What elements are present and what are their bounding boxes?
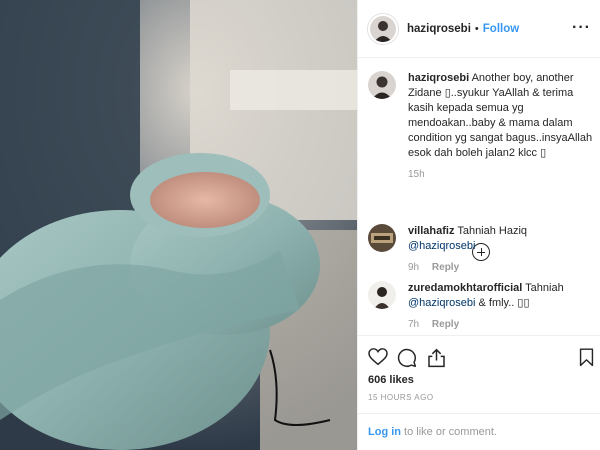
author-avatar[interactable] bbox=[368, 13, 398, 44]
comment-item: villahafiz Tahniah Haziq @haziqrosebi 9h… bbox=[368, 224, 593, 275]
caption-username[interactable]: haziqrosebi bbox=[408, 72, 469, 84]
login-prompt: Log in to like or comment. bbox=[358, 413, 600, 450]
caption-text: Another boy, another Zidane ▯..syukur Ya… bbox=[408, 72, 593, 159]
reply-button[interactable]: Reply bbox=[432, 262, 459, 273]
more-icon[interactable]: ··· bbox=[572, 19, 591, 37]
comment-text: Tahniah Haziq bbox=[457, 225, 528, 237]
author-username[interactable]: haziqrosebi bbox=[407, 23, 471, 35]
caption-avatar[interactable] bbox=[368, 71, 396, 99]
comment-mention[interactable]: @haziqrosebi bbox=[408, 240, 475, 252]
comment-text-after: & fmly.. ▯▯ bbox=[475, 297, 530, 309]
comment-text: Tahniah bbox=[525, 282, 564, 294]
login-link[interactable]: Log in bbox=[368, 426, 401, 438]
post-photo[interactable] bbox=[0, 0, 357, 450]
comment-icon[interactable] bbox=[397, 348, 417, 373]
comment-username[interactable]: zuredamokhtarofficial bbox=[408, 282, 522, 294]
caption-item: haziqrosebi Another boy, another Zidane … bbox=[368, 71, 593, 182]
comment-avatar[interactable] bbox=[368, 224, 396, 252]
comment-mention[interactable]: @haziqrosebi bbox=[408, 297, 475, 309]
bookmark-icon[interactable] bbox=[579, 348, 594, 372]
comment-username[interactable]: villahafiz bbox=[408, 225, 454, 237]
baby-photo-illustration bbox=[0, 0, 357, 450]
separator-dot: • bbox=[474, 22, 479, 35]
comment-item: zuredamokhtarofficial Tahniah @haziqrose… bbox=[368, 281, 593, 332]
share-icon[interactable] bbox=[427, 348, 446, 373]
heart-icon[interactable] bbox=[368, 348, 388, 371]
comment-time[interactable]: 7h bbox=[408, 319, 419, 330]
comments-list[interactable]: haziqrosebi Another boy, another Zidane … bbox=[358, 59, 600, 335]
comment-avatar[interactable] bbox=[368, 281, 396, 309]
post-header: haziqrosebi • Follow ··· bbox=[358, 0, 600, 58]
comment-time[interactable]: 9h bbox=[408, 262, 419, 273]
likes-count[interactable]: 606 likes bbox=[368, 374, 414, 386]
post-side-panel: haziqrosebi • Follow ··· haziqrosebi Ano… bbox=[357, 0, 600, 450]
action-bar bbox=[358, 335, 600, 375]
reply-button[interactable]: Reply bbox=[432, 319, 459, 330]
post-timestamp: 15 HOURS AGO bbox=[368, 393, 434, 402]
follow-button[interactable]: Follow bbox=[483, 23, 519, 35]
login-suffix: to like or comment. bbox=[401, 426, 497, 438]
caption-time[interactable]: 15h bbox=[408, 169, 425, 180]
